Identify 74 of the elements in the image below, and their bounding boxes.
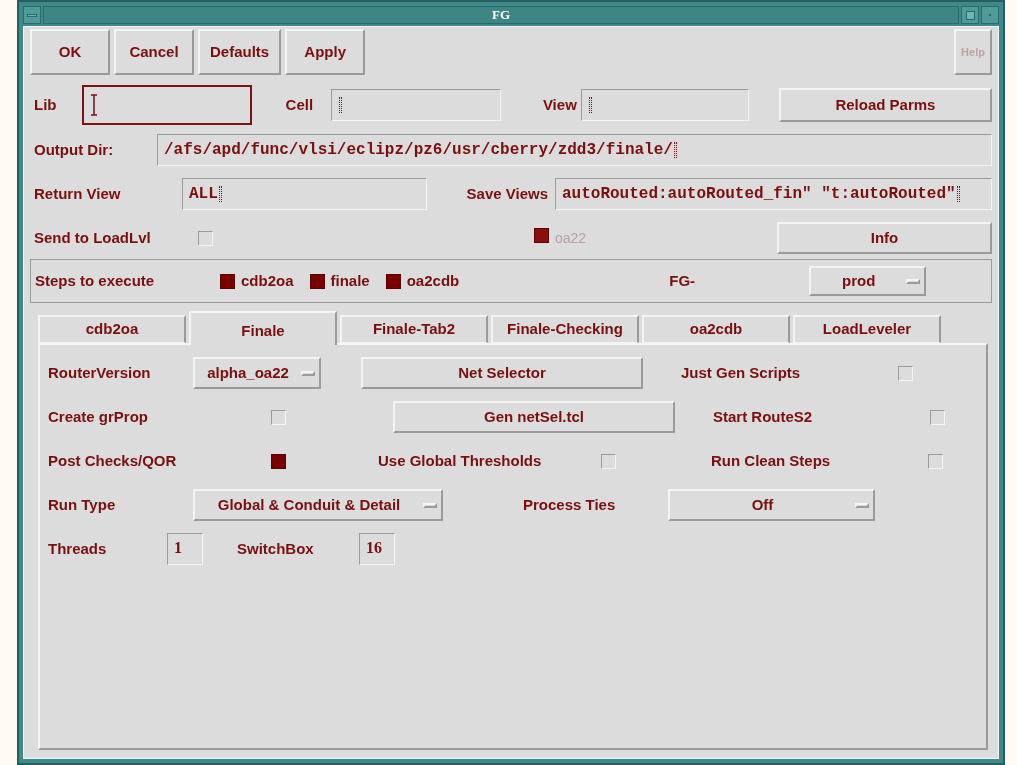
field-label: Steps to execute (35, 270, 156, 291)
field-label: Output Dir: (33, 139, 115, 160)
checkbox[interactable] (271, 409, 286, 425)
field-label: Just Gen Scripts (681, 362, 802, 383)
tab[interactable]: Finale (189, 311, 337, 345)
field-label: Post Checks/QOR (48, 450, 178, 471)
field-label: Run Type (48, 494, 117, 515)
push-button[interactable]: Gen netSel.tcl (393, 401, 675, 433)
input-field[interactable] (331, 89, 502, 121)
checkbox[interactable] (601, 453, 616, 469)
input-field[interactable]: ALL (182, 178, 427, 210)
dropdown[interactable]: alpha_oa22 (193, 357, 321, 389)
field-label: Send to LoadLvl (33, 227, 152, 248)
field-label: oa2cdb (406, 270, 460, 291)
checkbox[interactable] (309, 273, 325, 289)
field-label: Create grProp (48, 406, 150, 427)
push-button[interactable]: Info (777, 222, 992, 254)
dropdown[interactable]: Off (668, 489, 875, 521)
push-button[interactable]: Net Selector (361, 357, 643, 389)
field-label: cdb2oa (241, 270, 294, 291)
option-menu-icon (423, 502, 437, 508)
option-menu-icon (301, 370, 315, 376)
checkbox[interactable] (220, 273, 235, 289)
checkbox[interactable] (928, 453, 943, 469)
minimize-button[interactable] (981, 6, 999, 24)
field-label: SwitchBox (237, 538, 315, 559)
maximize-button[interactable] (961, 6, 979, 24)
text-cursor (956, 186, 960, 202)
field-label: RouterVersion (48, 362, 152, 383)
checkbox-label: oa22 (555, 228, 587, 248)
window-title: FG (491, 6, 511, 25)
text-cursor-icon (89, 94, 98, 116)
field-label: finale (330, 270, 370, 291)
checkbox[interactable] (385, 273, 401, 289)
dropdown[interactable]: Global & Conduit & Detail (193, 489, 443, 521)
input-field[interactable]: 1 (167, 533, 203, 565)
field-label: Start RouteS2 (713, 406, 814, 427)
checkbox[interactable] (198, 230, 213, 246)
checkbox[interactable] (898, 365, 913, 381)
field-label: Use Global Thresholds (378, 450, 543, 471)
field-label: FG- (669, 270, 697, 291)
push-button[interactable]: OK (30, 29, 110, 75)
dropdown[interactable]: prod (809, 266, 927, 296)
input-field[interactable] (580, 89, 749, 121)
checkbox[interactable] (930, 409, 945, 425)
text-cursor (673, 142, 677, 158)
tab[interactable]: oa2cdb (642, 315, 790, 343)
field-label: Lib (33, 94, 58, 115)
option-menu-icon (906, 278, 921, 284)
push-button[interactable]: Reload Parms (778, 88, 992, 122)
option-menu-icon (855, 502, 869, 508)
field-label: Return View (33, 183, 122, 204)
text-cursor (339, 97, 343, 113)
field-label: Cell (285, 94, 315, 115)
push-button[interactable]: Apply (285, 29, 366, 75)
tab[interactable]: cdb2oa (38, 315, 186, 343)
input-field[interactable] (81, 85, 252, 125)
text-cursor (218, 186, 222, 202)
field-label: Threads (48, 538, 108, 559)
field-label: Save Views (465, 183, 549, 204)
field-label: Run Clean Steps (711, 450, 832, 471)
tab[interactable]: Finale-Checking (491, 315, 639, 343)
tab[interactable]: Finale-Tab2 (340, 315, 488, 343)
push-button[interactable]: Defaults (198, 29, 282, 75)
checkbox[interactable] (271, 453, 286, 469)
tab[interactable]: LoadLeveler (793, 315, 941, 343)
push-button[interactable]: Cancel (114, 29, 194, 75)
input-field[interactable]: 16 (359, 533, 395, 565)
window-menu-button[interactable] (23, 6, 41, 24)
field-label: View (541, 94, 578, 115)
input-field[interactable]: autoRouted:autoRouted_fin" "t:autoRouted" (555, 178, 992, 210)
input-field[interactable]: /afs/apd/func/vlsi/eclipz/pz6/usr/cberry/zdd3/finale/ (157, 134, 992, 166)
field-label: Process Ties (523, 494, 617, 515)
text-cursor (588, 97, 592, 113)
